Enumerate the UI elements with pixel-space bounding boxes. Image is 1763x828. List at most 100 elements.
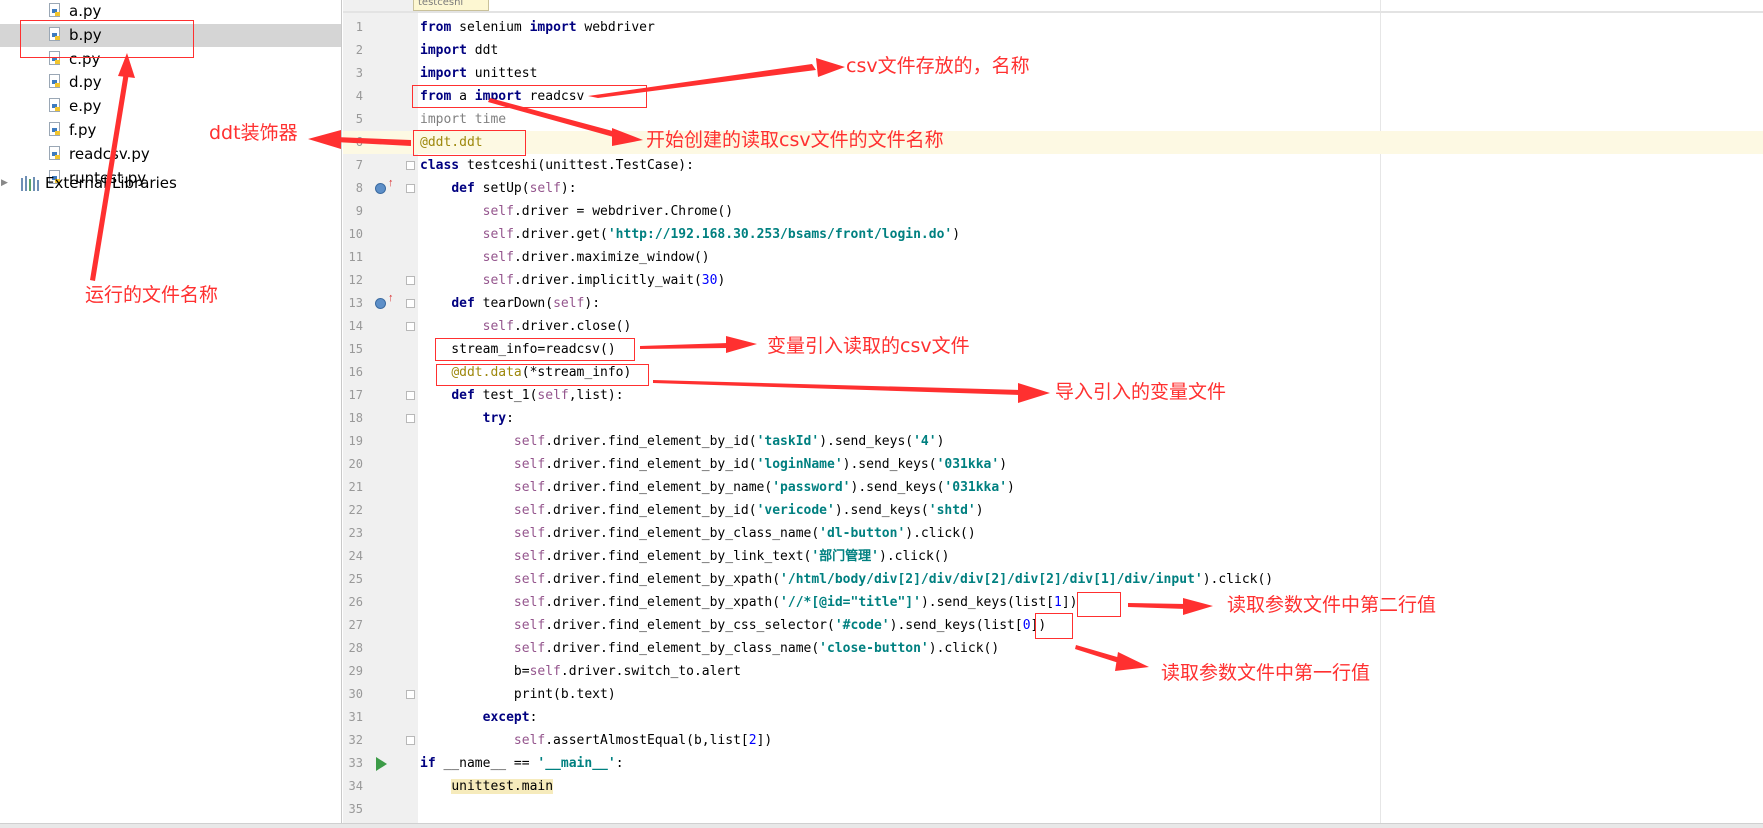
tree-item-label: d.py xyxy=(69,73,102,91)
code-line-7[interactable]: 7 class testceshi(unittest.TestCase): xyxy=(343,154,1763,177)
tree-item-e-py[interactable]: e.py xyxy=(0,95,341,118)
line-number: 19 xyxy=(348,434,363,448)
code-line-19[interactable]: 19 self.driver.find_element_by_id('taskI… xyxy=(343,430,1763,453)
line-number: 18 xyxy=(348,411,363,425)
ide-window: a.py b.py c.py d.py e.py f.py readcsv.py runtes… xyxy=(0,0,1763,828)
code-text[interactable]: import ddt xyxy=(420,39,498,62)
code-line-17[interactable]: 17 def test_1(self,list): xyxy=(343,384,1763,407)
code-text[interactable]: self.driver.find_element_by_xpath('/html… xyxy=(420,568,1273,591)
tree-item-label: readcsv.py xyxy=(69,145,150,163)
code-line-32[interactable]: 32 self.assertAlmostEqual(b,list[2]) xyxy=(343,729,1763,752)
code-text[interactable]: self.driver.implicitly_wait(30) xyxy=(420,269,726,292)
fold-marker-icon[interactable] xyxy=(406,161,415,170)
code-line-18[interactable]: 18 try: xyxy=(343,407,1763,430)
highlight-box-list-0 xyxy=(1035,613,1073,639)
editor-tab-testceshi[interactable]: testceshi xyxy=(413,0,489,11)
code-line-23[interactable]: 23 self.driver.find_element_by_class_nam… xyxy=(343,522,1763,545)
code-line-9[interactable]: 9 self.driver = webdriver.Chrome() xyxy=(343,200,1763,223)
fold-marker-icon[interactable] xyxy=(406,184,415,193)
tree-item-label: f.py xyxy=(69,121,97,139)
line-number: 32 xyxy=(348,733,363,747)
code-text[interactable]: self.driver.find_element_by_css_selector… xyxy=(420,614,1046,637)
code-text[interactable]: import time xyxy=(420,108,506,131)
run-icon[interactable] xyxy=(376,757,387,771)
code-line-1[interactable]: 1 from selenium import webdriver xyxy=(343,16,1763,39)
code-text[interactable]: b=self.driver.switch_to.alert xyxy=(420,660,741,683)
fold-marker-icon[interactable] xyxy=(406,299,415,308)
code-text[interactable]: self.driver.find_element_by_xpath('//*[@… xyxy=(420,591,1078,614)
override-arrow-icon: ↑ xyxy=(388,177,394,189)
fold-marker-icon[interactable] xyxy=(406,690,415,699)
line-number: 28 xyxy=(348,641,363,655)
code-text[interactable]: def test_1(self,list): xyxy=(420,384,623,407)
fold-marker-icon[interactable] xyxy=(406,736,415,745)
code-line-28[interactable]: 28 self.driver.find_element_by_class_nam… xyxy=(343,637,1763,660)
highlight-box-stream-info xyxy=(435,338,635,361)
code-line-13[interactable]: 13 ↑ def tearDown(self): xyxy=(343,292,1763,315)
code-text[interactable]: self.driver.maximize_window() xyxy=(420,246,710,269)
code-text[interactable]: self.driver.find_element_by_name('passwo… xyxy=(420,476,1015,499)
external-libraries-node[interactable]: ▶ External Libraries xyxy=(0,172,341,195)
editor-tab-strip xyxy=(343,11,1763,13)
fold-marker-icon[interactable] xyxy=(406,391,415,400)
code-line-30[interactable]: 30 print(b.text) xyxy=(343,683,1763,706)
fold-marker-icon[interactable] xyxy=(406,276,415,285)
code-text[interactable]: unittest.main xyxy=(420,775,554,798)
tree-item-label: e.py xyxy=(69,97,102,115)
code-line-5[interactable]: 5 import time xyxy=(343,108,1763,131)
code-line-20[interactable]: 20 self.driver.find_element_by_id('login… xyxy=(343,453,1763,476)
python-file-icon xyxy=(49,3,60,17)
tree-item-readcsv-py[interactable]: readcsv.py xyxy=(0,143,341,166)
code-text[interactable]: if __name__ == '__main__': xyxy=(420,752,624,775)
code-line-22[interactable]: 22 self.driver.find_element_by_id('veric… xyxy=(343,499,1763,522)
code-text[interactable]: self.driver.find_element_by_id('loginNam… xyxy=(420,453,1007,476)
code-text[interactable]: self.driver.find_element_by_id('vericode… xyxy=(420,499,984,522)
tree-item-d-py[interactable]: d.py xyxy=(0,71,341,94)
code-line-10[interactable]: 10 self.driver.get('http://192.168.30.25… xyxy=(343,223,1763,246)
code-text[interactable]: except: xyxy=(420,706,538,729)
highlight-box-list-1 xyxy=(1077,592,1121,617)
code-line-29[interactable]: 29 b=self.driver.switch_to.alert xyxy=(343,660,1763,683)
code-text[interactable]: def setUp(self): xyxy=(420,177,576,200)
code-text[interactable]: self.driver.close() xyxy=(420,315,632,338)
code-line-12[interactable]: 12 self.driver.implicitly_wait(30) xyxy=(343,269,1763,292)
code-text[interactable]: def tearDown(self): xyxy=(420,292,600,315)
override-method-icon[interactable] xyxy=(375,183,386,194)
code-line-33[interactable]: 33 if __name__ == '__main__': xyxy=(343,752,1763,775)
code-line-11[interactable]: 11 self.driver.maximize_window() xyxy=(343,246,1763,269)
code-line-21[interactable]: 21 self.driver.find_element_by_name('pas… xyxy=(343,476,1763,499)
python-file-icon xyxy=(49,98,60,112)
code-text[interactable]: import unittest xyxy=(420,62,537,85)
code-text[interactable]: print(b.text) xyxy=(420,683,616,706)
code-line-8[interactable]: 8 ↑ def setUp(self): xyxy=(343,177,1763,200)
code-line-24[interactable]: 24 self.driver.find_element_by_link_text… xyxy=(343,545,1763,568)
code-line-2[interactable]: 2 import ddt xyxy=(343,39,1763,62)
code-text[interactable]: self.driver.find_element_by_link_text('部… xyxy=(420,545,950,568)
code-text[interactable]: self.driver.find_element_by_class_name('… xyxy=(420,522,976,545)
code-line-34[interactable]: 34 unittest.main xyxy=(343,775,1763,798)
line-number: 5 xyxy=(355,112,363,126)
code-text[interactable]: try: xyxy=(420,407,514,430)
code-line-35[interactable]: 35 xyxy=(343,798,1763,821)
code-text[interactable]: self.driver.find_element_by_class_name('… xyxy=(420,637,999,660)
line-number: 12 xyxy=(348,273,363,287)
code-line-25[interactable]: 25 self.driver.find_element_by_xpath('/h… xyxy=(343,568,1763,591)
horizontal-scrollbar[interactable] xyxy=(0,823,1763,828)
expand-arrow-icon[interactable]: ▶ xyxy=(1,172,8,195)
override-method-icon[interactable] xyxy=(375,298,386,309)
fold-marker-icon[interactable] xyxy=(406,414,415,423)
code-line-3[interactable]: 3 import unittest xyxy=(343,62,1763,85)
code-line-31[interactable]: 31 except: xyxy=(343,706,1763,729)
line-number: 29 xyxy=(348,664,363,678)
code-line-6[interactable]: 6 @ddt.ddt xyxy=(343,131,1763,154)
code-text[interactable]: self.driver = webdriver.Chrome() xyxy=(420,200,733,223)
code-text[interactable]: self.driver.find_element_by_id('taskId')… xyxy=(420,430,945,453)
code-line-26[interactable]: 26 self.driver.find_element_by_xpath('//… xyxy=(343,591,1763,614)
code-line-14[interactable]: 14 self.driver.close() xyxy=(343,315,1763,338)
fold-marker-icon[interactable] xyxy=(406,322,415,331)
code-text[interactable]: self.assertAlmostEqual(b,list[2]) xyxy=(420,729,772,752)
code-text[interactable]: self.driver.get('http://192.168.30.253/b… xyxy=(420,223,960,246)
code-text[interactable]: from selenium import webdriver xyxy=(420,16,655,39)
code-text[interactable]: class testceshi(unittest.TestCase): xyxy=(420,154,694,177)
code-editor[interactable]: testceshi 1 from selenium import webdrive… xyxy=(343,0,1763,828)
